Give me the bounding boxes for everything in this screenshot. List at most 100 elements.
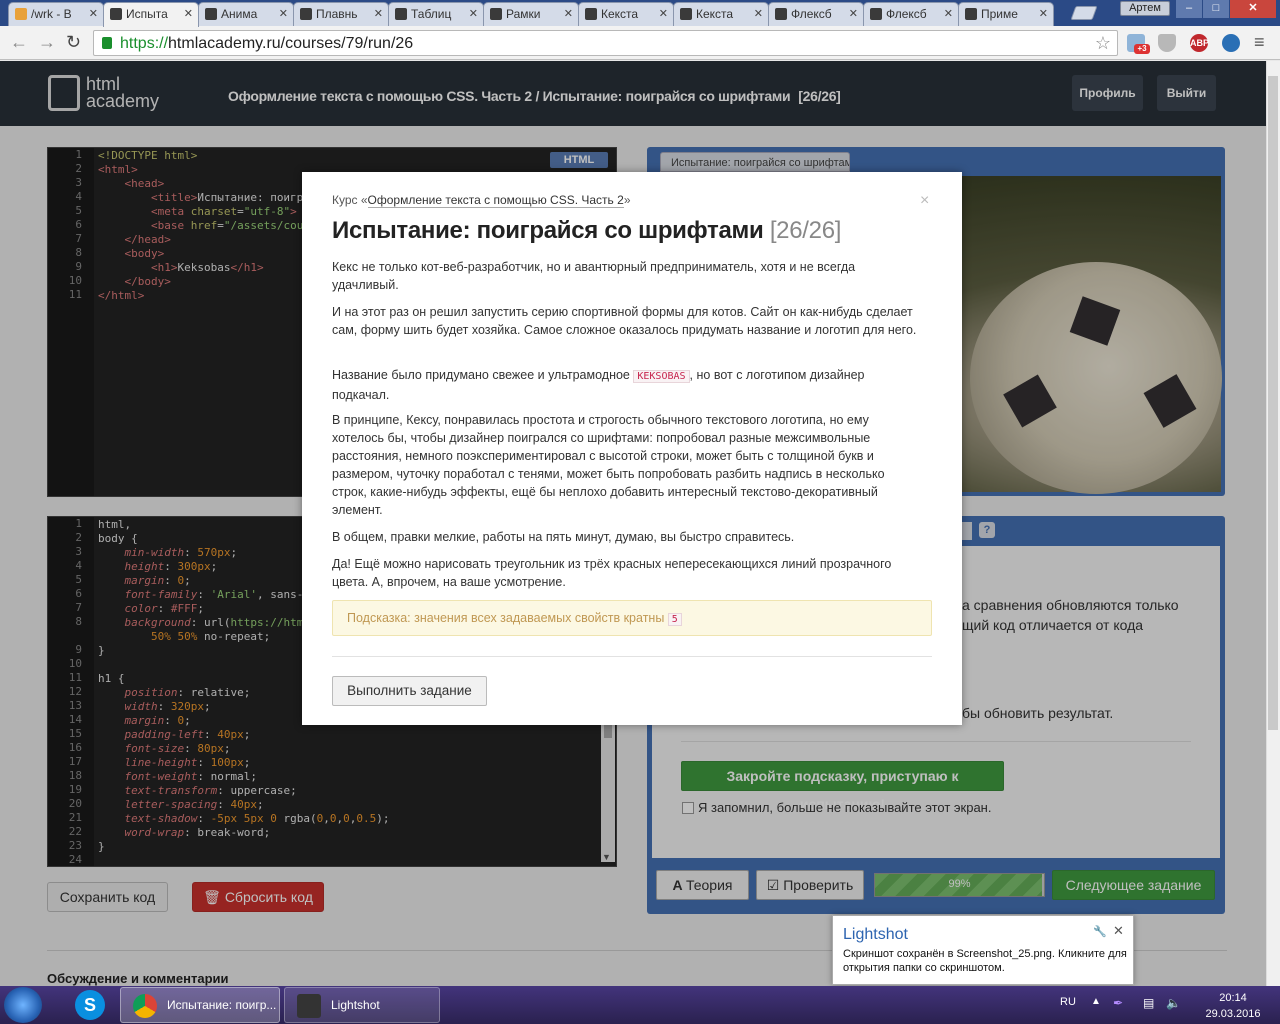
modal-paragraph-6: Да! Ещё можно нарисовать треугольник из …	[332, 557, 892, 589]
academy-icon	[965, 8, 977, 20]
lightshot-taskbar-label: Lightshot	[331, 998, 380, 1012]
academy-icon	[585, 8, 597, 20]
tab-close-icon[interactable]: ✕	[1039, 7, 1048, 20]
tray-expand-icon[interactable]: ▲	[1091, 996, 1101, 1007]
academy-icon	[775, 8, 787, 20]
forward-icon[interactable]: →	[38, 32, 56, 53]
tab-close-icon[interactable]: ✕	[849, 7, 858, 20]
maximize-button[interactable]: □	[1203, 0, 1229, 18]
clock[interactable]: 20:14 29.03.2016	[1202, 990, 1264, 1022]
tab-close-icon[interactable]: ✕	[659, 7, 668, 20]
browser-tab-label: Флексб	[886, 7, 927, 21]
course-prefix: Курс «	[332, 193, 368, 207]
browser-tab[interactable]: Рамки ✕	[483, 2, 579, 26]
academy-icon	[300, 8, 312, 20]
browser-tab-label: Анима	[221, 7, 258, 21]
modal-p3-before: Название было придумано свежее и ультрам…	[332, 368, 630, 382]
clock-date: 29.03.2016	[1205, 1008, 1261, 1020]
tab-close-icon[interactable]: ✕	[279, 7, 288, 20]
do-task-button[interactable]: Выполнить задание	[332, 676, 487, 706]
tab-close-icon[interactable]: ✕	[89, 7, 98, 20]
hint-label: Подсказка: значения всех задаваемых свой…	[347, 611, 665, 625]
url-path: htmlacademy.ru/courses/79/run/26	[168, 35, 414, 52]
network-icon[interactable]: ▤	[1143, 996, 1157, 1010]
browser-tab-label: Приме	[981, 7, 1018, 21]
chrome-taskbar-item[interactable]: Испытание: поигр...	[120, 987, 280, 1023]
notification-close-icon[interactable]: ✕	[1113, 923, 1124, 939]
browser-tab[interactable]: Испыта ✕	[103, 2, 199, 27]
modal-divider	[332, 656, 932, 657]
tab-close-icon[interactable]: ✕	[944, 7, 953, 20]
window-close-button[interactable]: ✕	[1230, 0, 1276, 18]
profile-badge[interactable]: Артем	[1120, 1, 1170, 16]
url-text[interactable]: https://htmlacademy.ru/courses/79/run/26	[120, 35, 413, 53]
modal-paragraph-1: Кекс не только кот-веб-разработчик, но и…	[332, 260, 856, 292]
reload-icon[interactable]: ↻	[66, 32, 81, 53]
browser-tab[interactable]: Приме ✕	[958, 2, 1054, 26]
extension-badge: +3	[1134, 44, 1150, 54]
browser-tab[interactable]: Плавнь ✕	[293, 2, 389, 26]
notification-title: Lightshot	[843, 926, 908, 943]
tab-close-icon[interactable]: ✕	[754, 7, 763, 20]
shield-extension-icon[interactable]	[1158, 34, 1176, 52]
browser-tab-label: Кекста	[696, 7, 734, 21]
chrome-icon	[133, 994, 157, 1018]
lightshot-taskbar-item[interactable]: Lightshot	[284, 987, 440, 1023]
browser-tab[interactable]: Кекста ✕	[578, 2, 674, 26]
hint-code: 5	[667, 613, 682, 626]
academy-icon	[395, 8, 407, 20]
browser-tab[interactable]: Кекста ✕	[673, 2, 769, 26]
notification-message[interactable]: Скриншот сохранён в Screenshot_25.png. К…	[843, 947, 1128, 975]
adblock-icon[interactable]: ABP	[1190, 34, 1209, 52]
browser-tab[interactable]: Анима ✕	[198, 2, 294, 26]
tab-close-icon[interactable]: ✕	[469, 7, 478, 20]
modal-counter: [26/26]	[769, 217, 842, 244]
browser-tab-label: Испыта	[126, 7, 168, 21]
browser-tab[interactable]: Флексб ✕	[863, 2, 959, 26]
course-link[interactable]: Оформление текста с помощью CSS. Часть 2	[367, 193, 624, 208]
academy-icon	[680, 8, 692, 20]
course-suffix: »	[623, 193, 631, 207]
tab-close-icon[interactable]: ✕	[184, 7, 193, 20]
modal-paragraph-2: И на этот раз он решил запустить серию с…	[332, 305, 917, 337]
modal-paragraph-5: В общем, правки мелкие, работы на пять м…	[332, 530, 795, 544]
modal-course-line: Курс «Оформление текста с помощью CSS. Ч…	[332, 193, 631, 208]
globe-extension-icon[interactable]	[1222, 34, 1240, 52]
pin-icon[interactable]: 🔧	[1093, 925, 1107, 938]
browser-tab[interactable]: /wrk - В ✕	[8, 2, 104, 26]
skype-taskbar-icon[interactable]: S	[75, 990, 105, 1020]
bookmark-star-icon[interactable]: ☆	[1095, 33, 1111, 54]
browser-tab-label: Флексб	[791, 7, 832, 21]
browser-tab-label: Плавнь	[316, 7, 358, 21]
modal-title: Испытание: поиграйся со шрифтами [26/26]	[332, 217, 841, 245]
start-button[interactable]	[4, 987, 42, 1023]
browser-toolbar: ← → ↻ https://htmlacademy.ru/courses/79/…	[0, 26, 1280, 60]
tab-close-icon[interactable]: ✕	[564, 7, 573, 20]
address-bar[interactable]: https://htmlacademy.ru/courses/79/run/26…	[93, 30, 1118, 56]
volume-icon[interactable]: 🔈	[1166, 996, 1181, 1010]
browser-tab[interactable]: Таблиц ✕	[388, 2, 484, 26]
keksobas-code: KEKSOBAS	[633, 370, 690, 383]
windows-taskbar: S Испытание: поигр... Lightshot	[0, 986, 1280, 1024]
lightshot-tray-icon[interactable]: ✒	[1113, 996, 1127, 1010]
browser-tab-label: Рамки	[506, 7, 541, 21]
back-icon[interactable]: ←	[10, 32, 28, 53]
academy-icon	[490, 8, 502, 20]
menu-icon[interactable]: ≡	[1254, 32, 1265, 53]
browser-tab[interactable]: Флексб ✕	[768, 2, 864, 26]
clock-time: 20:14	[1219, 992, 1247, 1004]
minimize-button[interactable]: –	[1176, 0, 1202, 18]
hint-text: Подсказка: значения всех задаваемых свой…	[347, 611, 682, 626]
modal-close-icon[interactable]: ×	[920, 192, 929, 210]
academy-icon	[110, 8, 122, 20]
spark-icon	[15, 8, 27, 20]
page-scroll-thumb[interactable]	[1268, 76, 1278, 730]
task-modal: Курс «Оформление текста с помощью CSS. Ч…	[302, 172, 962, 725]
lightshot-notification[interactable]: Lightshot 🔧 ✕ Скриншот сохранён в Screen…	[832, 915, 1134, 985]
tab-close-icon[interactable]: ✕	[374, 7, 383, 20]
chrome-taskbar-label: Испытание: поигр...	[167, 998, 277, 1012]
url-scheme: https://	[120, 35, 169, 52]
modal-paragraph-4: В принципе, Кексу, понравилась простота …	[332, 413, 885, 517]
language-indicator[interactable]: RU	[1060, 996, 1076, 1008]
browser-tab-label: Таблиц	[411, 7, 452, 21]
